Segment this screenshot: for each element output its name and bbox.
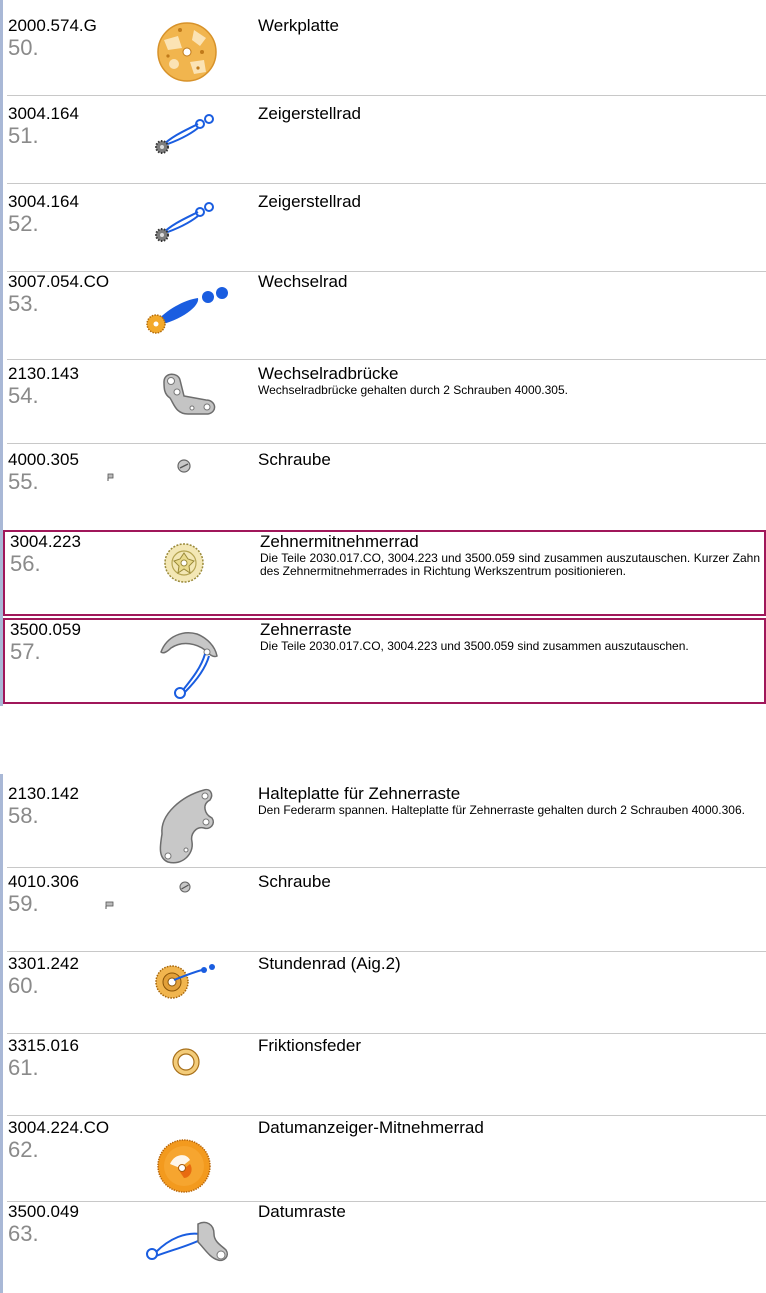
row-divider — [7, 867, 766, 868]
part-title: Wechselradbrücke — [258, 364, 399, 383]
part-ref: 3004.164 — [8, 104, 79, 123]
part-note: Den Federarm spannen. Halteplatte für Ze… — [258, 803, 745, 817]
part-ref: 2000.574.G — [8, 16, 97, 35]
part-position: 53. — [8, 291, 39, 316]
part-position: 52. — [8, 211, 39, 236]
parts-section-2: 2130.142 58. Halteplatte für Zehnerraste… — [0, 774, 766, 1293]
part-position: 63. — [8, 1221, 39, 1246]
mainplate-icon — [157, 22, 217, 82]
part-ref: 3500.059 — [10, 620, 81, 639]
part-title: Werkplatte — [258, 16, 339, 35]
part-title: Friktionsfeder — [258, 1036, 361, 1055]
row-divider — [7, 95, 766, 96]
screw-icon — [179, 881, 191, 893]
part-title: Stundenrad (Aig.2) — [258, 954, 401, 973]
part-row-61: 3315.016 61. Friktionsfeder — [0, 1036, 766, 1116]
part-position: 51. — [8, 123, 39, 148]
part-row-54: 2130.143 54. Wechselradbrücke Wechselrad… — [0, 364, 766, 444]
part-row-60: 3301.242 60. Stundenrad (Aig.2) — [0, 954, 766, 1034]
bridge-icon — [163, 373, 216, 415]
part-title: Datumanzeiger-Mitnehmerrad — [258, 1118, 484, 1137]
part-title: Zehnerraste — [260, 620, 352, 639]
part-ref: 3301.242 — [8, 954, 79, 973]
part-position: 50. — [8, 35, 39, 60]
date-jumper-icon — [146, 1221, 229, 1262]
part-position: 60. — [8, 973, 39, 998]
part-position: 61. — [8, 1055, 39, 1080]
part-title: Zeigerstellrad — [258, 192, 361, 211]
part-row-55: 4000.305 55. Schraube — [0, 450, 766, 530]
row-divider — [7, 183, 766, 184]
friction-spring-icon — [172, 1048, 200, 1076]
hour-wheel-icon — [155, 964, 215, 999]
part-ref: 4000.305 — [8, 450, 79, 469]
part-position: 55. — [8, 469, 39, 494]
driving-wheel-icon — [164, 543, 204, 583]
part-title: Schraube — [258, 450, 331, 469]
part-row-50: 2000.574.G 50. Werkplatte — [0, 16, 766, 96]
part-title: Halteplatte für Zehnerraste — [258, 784, 461, 803]
jumper-icon — [160, 632, 218, 699]
part-row-59: 4010.306 59. Schraube — [0, 872, 766, 952]
part-position: 62. — [8, 1137, 39, 1162]
row-divider — [7, 443, 766, 444]
part-row-58: 2130.142 58. Halteplatte für Zehnerraste… — [0, 784, 766, 868]
part-ref: 3007.054.CO — [8, 272, 110, 291]
row-divider — [7, 951, 766, 952]
parts-section-1: 2000.574.G 50. Werkplatte 3004.164 51. Z… — [0, 0, 766, 706]
screw-side-icon — [105, 901, 114, 909]
part-title: Datumraste — [258, 1202, 346, 1221]
setting-wheel-icon — [155, 114, 214, 154]
screw-side-icon — [107, 473, 114, 481]
part-ref: 3004.224.CO — [8, 1118, 110, 1137]
part-row-56: 3004.223 56. Zehnermitnehmerrad Die Teil… — [3, 530, 766, 616]
part-position: 57. — [10, 639, 41, 664]
screw-icon — [177, 459, 191, 473]
part-ref: 3004.164 — [8, 192, 79, 211]
part-ref: 2130.142 — [8, 784, 79, 803]
part-row-52: 3004.164 52. Zeigerstellrad — [0, 192, 766, 272]
part-ref: 3500.049 — [8, 1202, 79, 1221]
part-ref: 3315.016 — [8, 1036, 79, 1055]
part-note: Die Teile 2030.017.CO, 3004.223 und 3500… — [260, 551, 760, 578]
part-ref: 4010.306 — [8, 872, 79, 891]
part-note: Die Teile 2030.017.CO, 3004.223 und 3500… — [260, 639, 689, 653]
minute-wheel-icon — [146, 287, 228, 334]
row-divider — [7, 1115, 766, 1116]
part-row-53: 3007.054.CO 53. Wechselrad — [0, 272, 766, 360]
part-row-63: 3500.049 63. Datumraste — [0, 1202, 766, 1282]
part-position: 54. — [8, 383, 39, 408]
part-title: Wechselrad — [258, 272, 348, 291]
part-title: Zeigerstellrad — [258, 104, 361, 123]
part-ref: 3004.223 — [10, 532, 81, 551]
part-position: 58. — [8, 803, 39, 828]
row-divider — [7, 1033, 766, 1034]
part-position: 56. — [10, 551, 41, 576]
part-title: Schraube — [258, 872, 331, 891]
part-note: Wechselradbrücke gehalten durch 2 Schrau… — [258, 383, 568, 397]
part-row-57: 3500.059 57. Zehnerraste Die Teile 2030.… — [3, 618, 766, 704]
part-row-51: 3004.164 51. Zeigerstellrad — [0, 104, 766, 184]
part-row-62: 3004.224.CO 62. Datumanzeiger-Mitnehmerr… — [0, 1118, 766, 1202]
row-divider — [7, 359, 766, 360]
date-driving-wheel-icon — [157, 1139, 211, 1193]
part-title: Zehnermitnehmerrad — [260, 532, 419, 551]
part-position: 59. — [8, 891, 39, 916]
holding-plate-icon — [159, 788, 215, 864]
part-ref: 2130.143 — [8, 364, 79, 383]
setting-wheel-icon — [155, 202, 214, 242]
